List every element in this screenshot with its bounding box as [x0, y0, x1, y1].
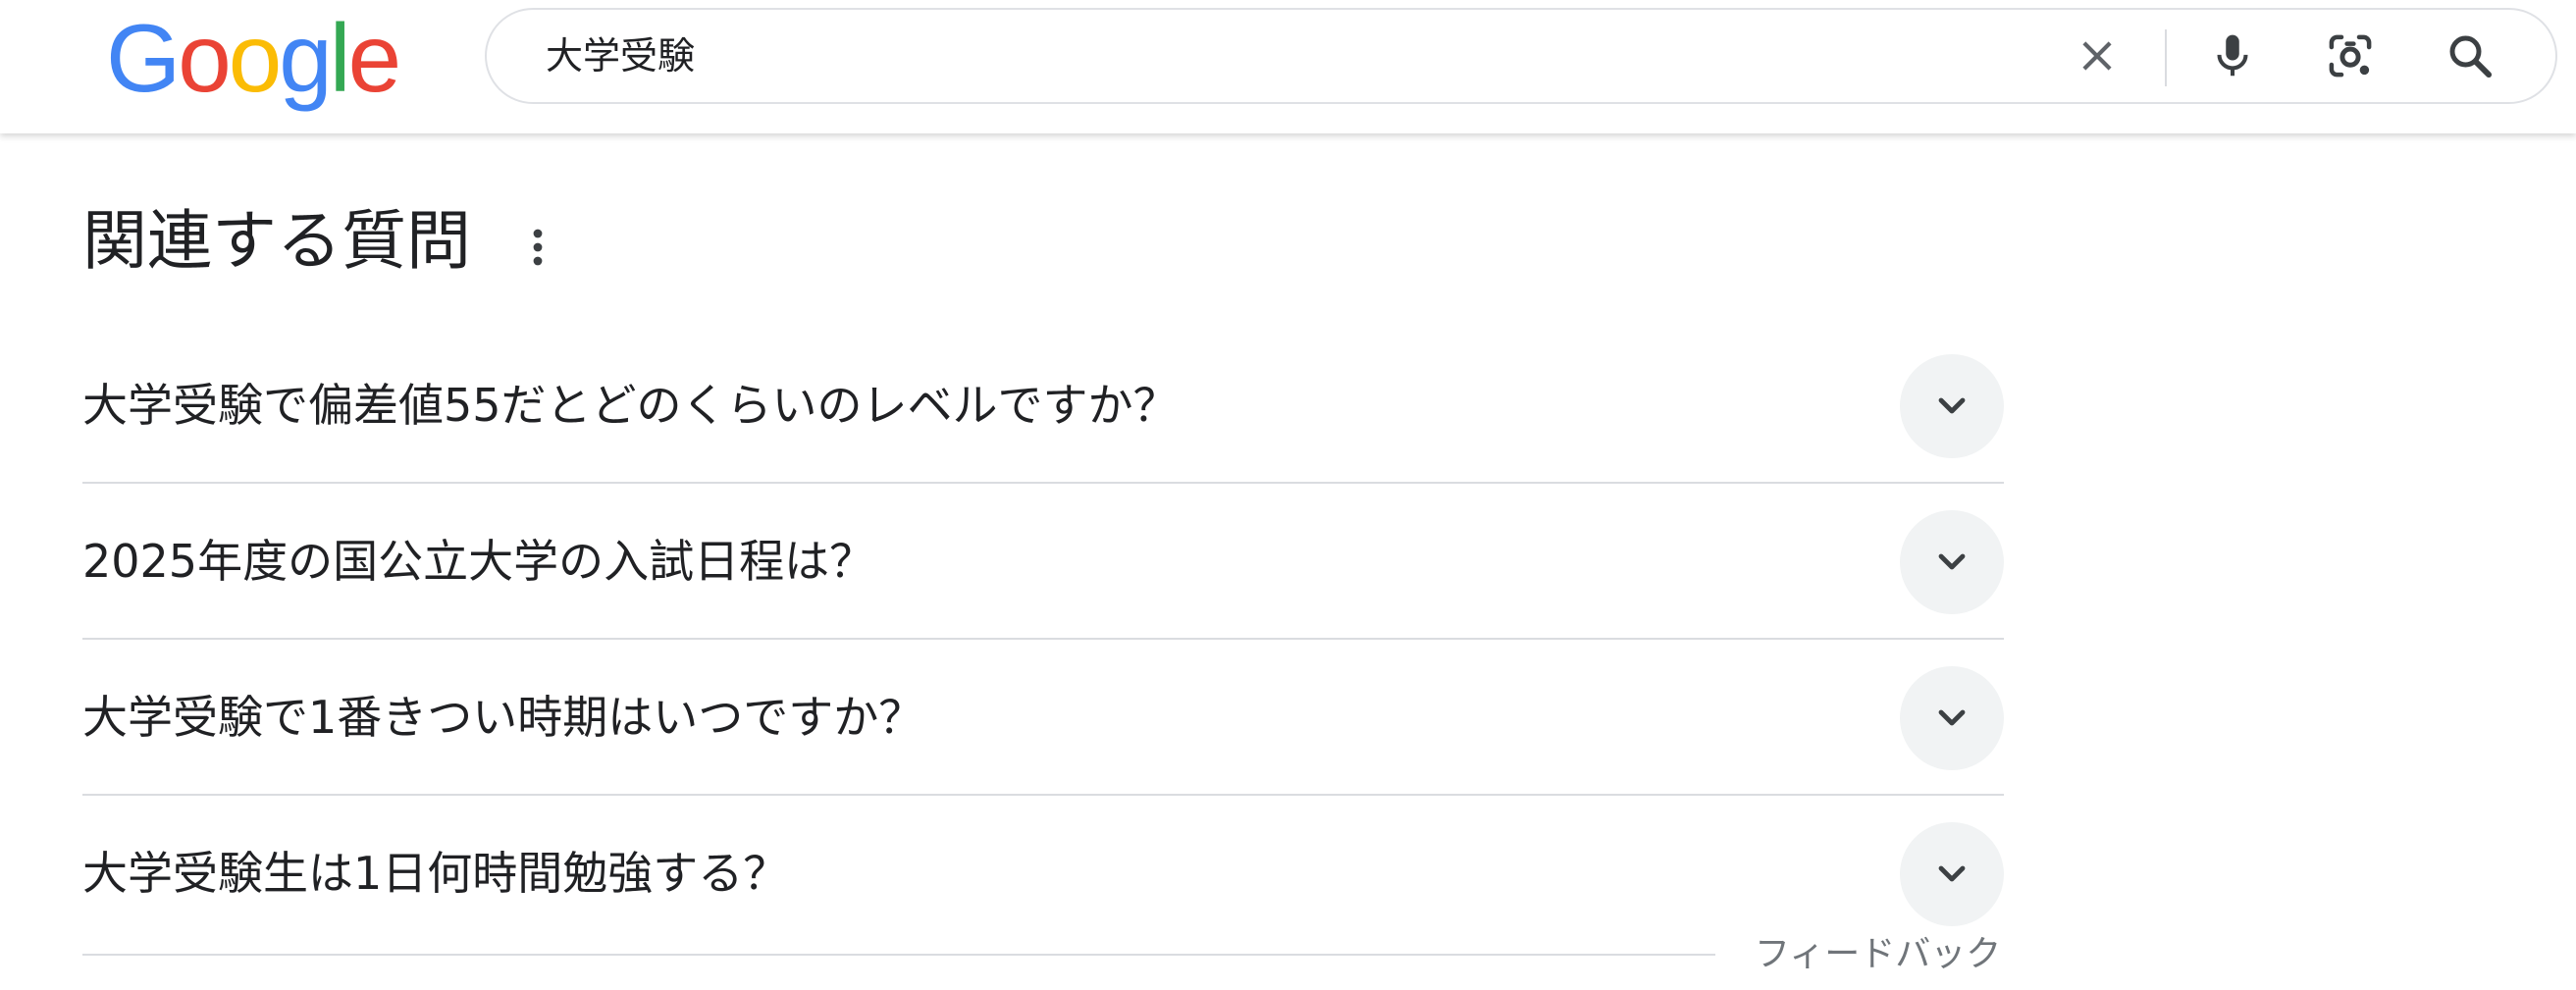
close-icon[interactable]	[2073, 31, 2122, 80]
question-row[interactable]: 大学受験で偏差値55だとどのくらいのレベルですか？	[82, 328, 2004, 484]
question-row[interactable]: 大学受験生は1日何時間勉強する？	[82, 796, 2004, 952]
top-bar: Google 大学受験	[0, 0, 2576, 133]
search-box[interactable]: 大学受験	[485, 8, 2557, 104]
question-text: 大学受験で1番きつい時期はいつですか？	[82, 691, 924, 744]
logo-letter-o2: o	[228, 4, 282, 112]
mic-icon[interactable]	[2206, 29, 2259, 82]
google-logo[interactable]: Google	[106, 10, 401, 106]
feedback-divider	[82, 954, 1715, 956]
search-input[interactable]: 大学受験	[546, 10, 695, 102]
question-row[interactable]: 2025年度の国公立大学の入試日程は？	[82, 484, 2004, 640]
logo-letter-e: e	[347, 4, 401, 112]
question-row[interactable]: 大学受験で1番きつい時期はいつですか？	[82, 640, 2004, 796]
chevron-down-icon	[1938, 709, 1966, 726]
question-text: 大学受験で偏差値55だとどのくらいのレベルですか？	[82, 379, 1179, 432]
expand-button[interactable]	[1900, 354, 2004, 458]
expand-button[interactable]	[1900, 510, 2004, 614]
search-box-divider	[2165, 29, 2167, 86]
chevron-down-icon	[1938, 553, 1966, 570]
lens-icon[interactable]	[2324, 29, 2377, 82]
logo-letter-o1: o	[178, 4, 231, 112]
section-title: 関連する質問	[82, 203, 471, 279]
logo-letter-g: G	[106, 4, 181, 112]
question-text: 大学受験生は1日何時間勉強する？	[82, 847, 789, 900]
chevron-down-icon	[1938, 397, 1966, 414]
expand-button[interactable]	[1900, 822, 2004, 926]
more-options-icon[interactable]	[514, 224, 561, 271]
expand-button[interactable]	[1900, 666, 2004, 770]
search-icon[interactable]	[2444, 29, 2497, 82]
logo-letter-l: l	[329, 4, 351, 112]
question-text: 2025年度の国公立大学の入試日程は？	[82, 535, 875, 588]
logo-letter-g2: g	[279, 4, 332, 112]
chevron-down-icon	[1938, 865, 1966, 882]
feedback-link[interactable]: フィードバック	[1755, 930, 2001, 979]
